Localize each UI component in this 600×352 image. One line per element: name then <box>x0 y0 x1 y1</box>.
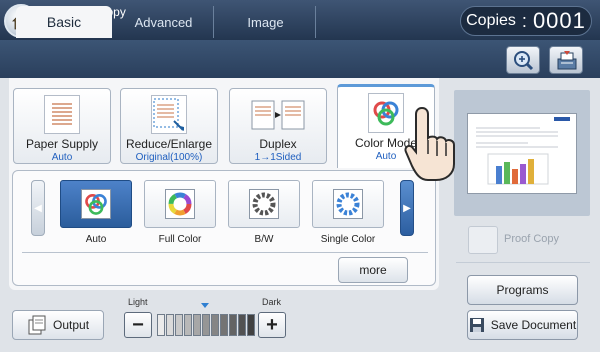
color-mode-value: Auto <box>375 151 397 162</box>
paper-supply-value: Auto <box>51 152 73 163</box>
color-option-full-color[interactable] <box>144 180 216 228</box>
preview-thumbnail[interactable] <box>467 113 577 194</box>
density-step <box>202 314 210 336</box>
density-marker-icon <box>201 303 209 308</box>
copies-counter[interactable]: Copies : 0001 <box>460 6 592 36</box>
density-step <box>175 314 183 336</box>
density-step <box>247 314 255 336</box>
reduce-enlarge-icon <box>151 95 187 134</box>
document-preview-image <box>476 117 570 185</box>
tab-image[interactable]: Image <box>216 6 316 38</box>
save-disk-icon <box>469 318 484 332</box>
job-status-button[interactable] <box>549 46 583 74</box>
right-divider <box>456 262 590 263</box>
hand-pointer-icon <box>404 106 455 181</box>
tab-basic[interactable]: Basic <box>16 6 112 38</box>
duplex-value: 1→1Sided <box>254 152 302 163</box>
reduce-enlarge-label: Reduce/Enlarge <box>125 137 213 151</box>
programs-button[interactable]: Programs <box>467 275 578 305</box>
duplex-icon <box>248 95 308 134</box>
density-step <box>238 314 246 336</box>
arrow-right-icon: ▶ <box>403 202 411 214</box>
color-option-bw[interactable] <box>228 180 300 228</box>
color-mode-icon <box>368 93 404 133</box>
single-color-wheel-icon <box>333 189 363 219</box>
color-option-full-color-label: Full Color <box>158 234 202 245</box>
color-option-single-color[interactable] <box>312 180 384 228</box>
density-dark-label: Dark <box>262 297 282 307</box>
proof-copy-checkbox[interactable] <box>468 226 498 254</box>
full-color-wheel-icon <box>165 189 195 219</box>
density-step <box>193 314 201 336</box>
reduce-enlarge-button[interactable]: Reduce/Enlarge Original(100%) <box>120 88 218 164</box>
density-light-label: Light <box>128 297 148 307</box>
paper-supply-label: Paper Supply <box>25 137 99 151</box>
proof-copy-label: Proof Copy <box>504 233 560 245</box>
density-step <box>166 314 174 336</box>
copies-value: 0001 <box>532 8 586 33</box>
save-document-label: Save Document <box>490 318 577 332</box>
density-decrease-button[interactable]: − <box>124 312 152 338</box>
output-label: Output <box>53 318 90 332</box>
paper-supply-button[interactable]: Paper Supply Auto <box>13 88 111 164</box>
density-step <box>184 314 192 336</box>
reduce-enlarge-value: Original(100%) <box>135 152 203 163</box>
options-divider <box>22 252 428 253</box>
bw-wheel-icon <box>249 189 279 219</box>
copies-label: Copies <box>466 12 516 29</box>
color-option-single-color-label: Single Color <box>320 234 376 245</box>
density-step <box>229 314 237 336</box>
color-option-auto-label: Auto <box>85 234 107 245</box>
arrow-left-icon: ◀ <box>34 202 42 214</box>
save-document-button[interactable]: Save Document <box>467 310 578 340</box>
scroll-right-button[interactable]: ▶ <box>400 180 414 236</box>
zoom-icon <box>514 51 534 71</box>
copies-separator: : <box>521 10 527 31</box>
density-step <box>157 314 165 336</box>
color-option-bw-label: B/W <box>254 234 274 245</box>
zoom-button[interactable] <box>506 46 540 74</box>
more-button[interactable]: more <box>338 257 408 283</box>
duplex-button[interactable]: Duplex 1→1Sided <box>229 88 327 164</box>
job-status-icon <box>557 51 577 70</box>
density-step <box>220 314 228 336</box>
output-button[interactable]: Output <box>12 310 104 340</box>
auto-color-icon <box>81 189 111 219</box>
paper-icon <box>44 95 80 134</box>
output-icon <box>28 315 46 335</box>
duplex-label: Duplex <box>259 137 297 151</box>
scroll-left-button[interactable]: ◀ <box>31 180 45 236</box>
density-step <box>211 314 219 336</box>
density-increase-button[interactable]: + <box>258 312 286 338</box>
tab-advanced[interactable]: Advanced <box>114 6 214 38</box>
color-option-auto[interactable] <box>60 180 132 228</box>
